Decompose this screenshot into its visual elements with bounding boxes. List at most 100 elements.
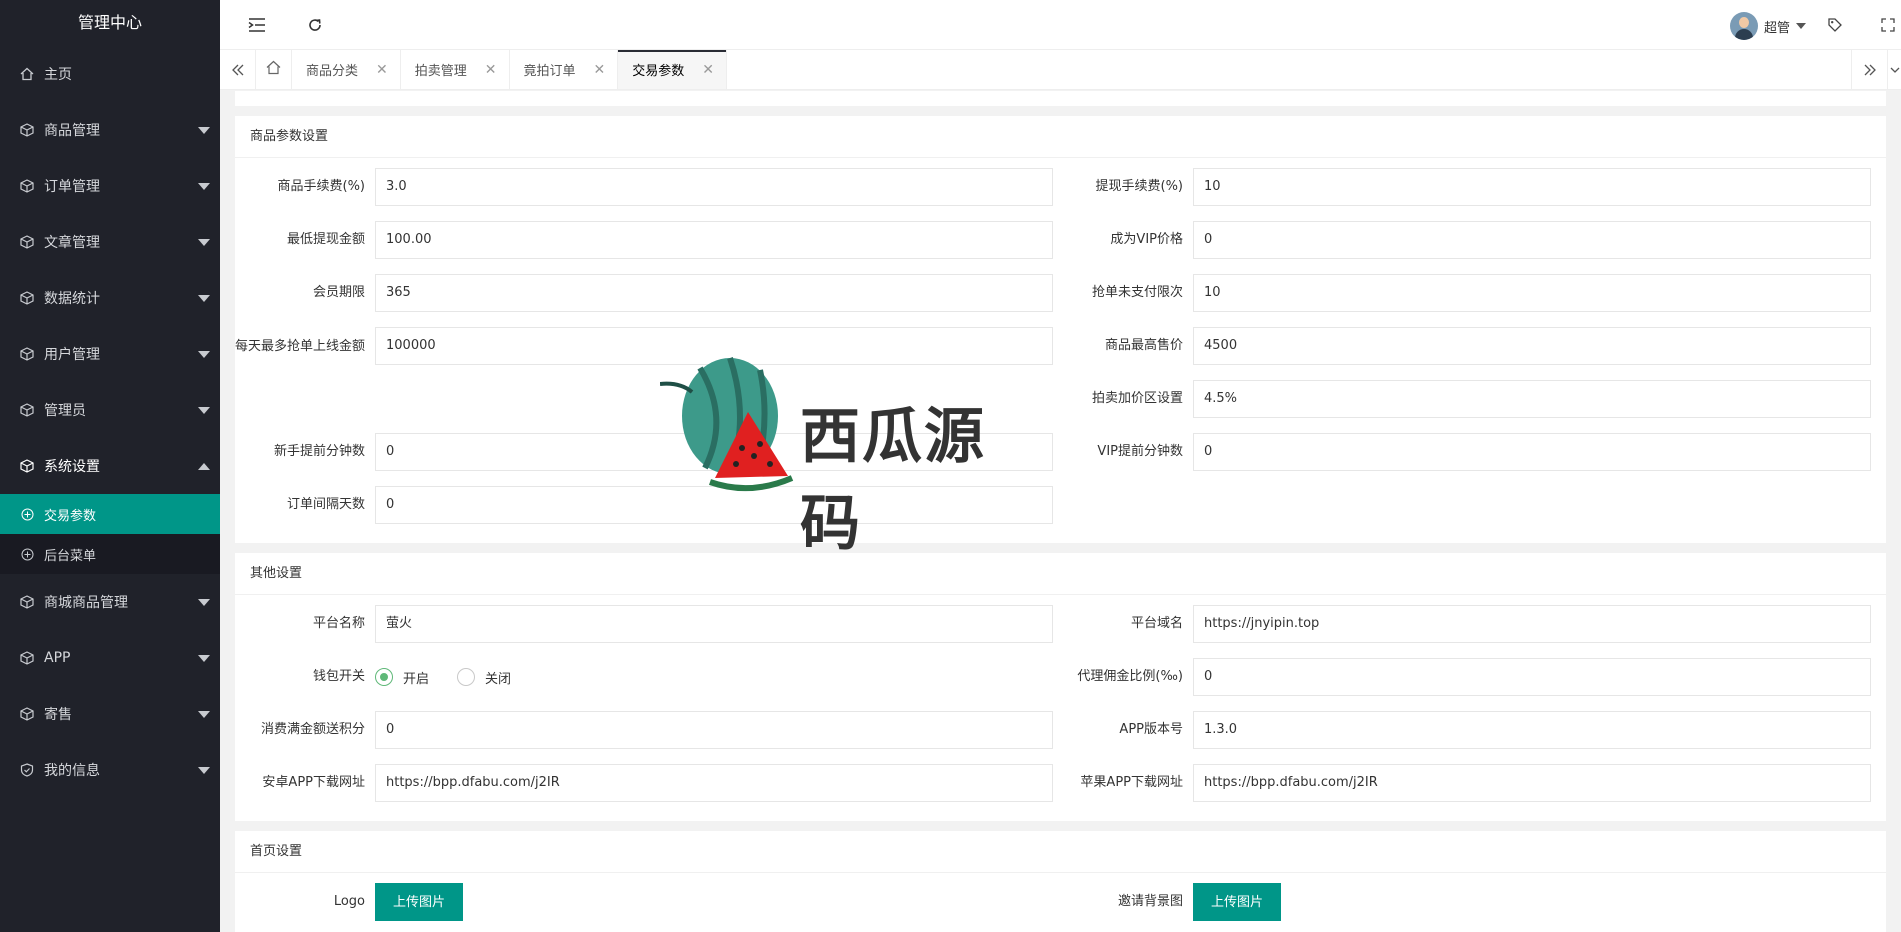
member-term-input[interactable]: 365 — [375, 274, 1053, 312]
wallet-off-radio[interactable]: 关闭 — [457, 668, 511, 687]
tabs-scroll-right-icon[interactable] — [1851, 50, 1887, 90]
logo-upload-button[interactable]: 上传图片 — [375, 883, 464, 921]
sidebar-item-orders[interactable]: 订单管理 — [0, 158, 220, 214]
agent-ratio-input[interactable]: 0 — [1193, 658, 1871, 696]
goods-fee-input[interactable]: 3.0 — [375, 168, 1053, 206]
min-withdraw-input[interactable]: 100.00 — [375, 221, 1053, 259]
form-row: VIP提前分钟数 0 — [1053, 433, 1871, 486]
tab-label: 商品分类 — [306, 64, 359, 79]
tab-trade-params[interactable]: 交易参数 ✕ — [618, 50, 727, 89]
sidebar-item-label: 商城商品管理 — [44, 595, 128, 611]
shield-check-icon — [20, 763, 34, 777]
tab-label: 拍卖管理 — [414, 64, 467, 79]
user-menu[interactable]: 超管 — [1729, 12, 1806, 40]
form-row: APP版本号 1.3.0 — [1053, 711, 1871, 764]
home-settings-card: 首页设置 Logo 上传图片 邀请背景图 上传图片 — [235, 831, 1886, 932]
watermark: 西瓜源码 — [659, 348, 1020, 559]
sidebar-item-system[interactable]: 系统设置 — [0, 438, 220, 494]
field-label: 平台域名 — [1130, 616, 1183, 631]
sidebar-subitem-admin-menu[interactable]: 后台菜单 — [0, 534, 220, 574]
tabs-menu-chevron-icon[interactable] — [1887, 50, 1901, 90]
caret-down-icon — [198, 127, 210, 134]
sidebar-item-consign[interactable]: 寄售 — [0, 686, 220, 742]
field-label: 邀请背景图 — [1117, 894, 1183, 909]
ios-url-input[interactable]: https://bpp.dfabu.com/j2IR — [1193, 764, 1871, 802]
avatar — [1729, 12, 1758, 40]
form-row: 代理佣金比例(‰) 0 — [1053, 658, 1871, 711]
caret-down-icon — [198, 767, 210, 774]
form-row: 拍卖加价区设置 4.5% — [1053, 380, 1871, 433]
top-strip — [235, 91, 1886, 106]
close-icon[interactable]: ✕ — [376, 62, 388, 78]
cube-icon — [20, 459, 34, 473]
platform-name-input[interactable]: 萤火 — [375, 605, 1053, 643]
close-icon[interactable]: ✕ — [702, 62, 714, 78]
close-icon[interactable]: ✕ — [485, 62, 497, 78]
cube-icon — [20, 347, 34, 361]
sidebar-item-label: 系统设置 — [44, 459, 100, 475]
vip-advance-minutes-input[interactable]: 0 — [1193, 433, 1871, 471]
sidebar-item-label: 主页 — [44, 67, 72, 83]
sidebar-item-label: 用户管理 — [44, 347, 100, 363]
sidebar-subitem-label: 后台菜单 — [44, 548, 97, 564]
cube-icon — [20, 707, 34, 721]
caret-up-icon — [198, 463, 210, 470]
cube-icon — [20, 123, 34, 137]
sidebar-item-stats[interactable]: 数据统计 — [0, 270, 220, 326]
withdraw-fee-input[interactable]: 10 — [1193, 168, 1871, 206]
caret-down-icon — [198, 407, 210, 414]
unpaid-limit-input[interactable]: 10 — [1193, 274, 1871, 312]
form-row: 商品最高售价 4500 — [1053, 327, 1871, 380]
form-row: Logo 上传图片 — [235, 883, 1053, 932]
sidebar-item-users[interactable]: 用户管理 — [0, 326, 220, 382]
sidebar-item-goods[interactable]: 商品管理 — [0, 102, 220, 158]
sidebar-item-admins[interactable]: 管理员 — [0, 382, 220, 438]
form-row: 会员期限 365 — [235, 274, 1053, 327]
form-row: 钱包开关 开启 关闭 — [235, 658, 1053, 711]
tab-auction-orders[interactable]: 竟拍订单 ✕ — [510, 50, 619, 89]
menu-collapse-icon[interactable] — [246, 14, 268, 36]
tab-goods-category[interactable]: 商品分类 ✕ — [292, 50, 401, 89]
field-label: 提现手续费(%) — [1095, 179, 1184, 194]
field-label: 新手提前分钟数 — [273, 444, 365, 459]
refresh-icon[interactable] — [304, 14, 326, 36]
caret-down-icon — [198, 183, 210, 190]
tabs-scroll-left-icon[interactable] — [220, 50, 256, 89]
caret-down-icon — [198, 711, 210, 718]
sidebar-subitem-trade-params[interactable]: 交易参数 — [0, 494, 220, 534]
points-input[interactable]: 0 — [375, 711, 1053, 749]
tab-bar-right — [1851, 50, 1901, 90]
sidebar-item-articles[interactable]: 文章管理 — [0, 214, 220, 270]
card-title: 首页设置 — [235, 831, 1886, 873]
field-label: APP版本号 — [1119, 722, 1183, 737]
field-label: 商品最高售价 — [1104, 338, 1183, 353]
fullscreen-icon[interactable] — [1877, 14, 1899, 36]
tab-auction-manage[interactable]: 拍卖管理 ✕ — [401, 50, 510, 89]
sidebar-item-label: 商品管理 — [44, 123, 100, 139]
tab-home[interactable] — [256, 50, 292, 89]
caret-down-icon — [198, 655, 210, 662]
field-label: 消费满金额送积分 — [260, 722, 365, 737]
sidebar-item-label: 管理员 — [44, 403, 86, 419]
max-price-input[interactable]: 4500 — [1193, 327, 1871, 365]
caret-down-icon — [1796, 23, 1806, 29]
android-url-input[interactable]: https://bpp.dfabu.com/j2IR — [375, 764, 1053, 802]
sidebar-item-home[interactable]: 主页 — [0, 46, 220, 102]
app-version-input[interactable]: 1.3.0 — [1193, 711, 1871, 749]
field-label: 钱包开关 — [312, 669, 365, 684]
sidebar-item-label: 寄售 — [44, 707, 72, 723]
auction-markup-input[interactable]: 4.5% — [1193, 380, 1871, 418]
field-label: 最低提现金额 — [286, 232, 365, 247]
sidebar-item-my-info[interactable]: 我的信息 — [0, 742, 220, 798]
sidebar-subitem-label: 交易参数 — [44, 508, 97, 524]
tag-icon[interactable] — [1824, 14, 1846, 36]
sidebar-item-app[interactable]: APP — [0, 630, 220, 686]
close-icon[interactable]: ✕ — [594, 62, 606, 78]
platform-domain-input[interactable]: https://jnyipin.top — [1193, 605, 1871, 643]
vip-price-input[interactable]: 0 — [1193, 221, 1871, 259]
sidebar-item-mall-goods[interactable]: 商城商品管理 — [0, 574, 220, 630]
radio-checked-icon — [375, 668, 393, 686]
form-row: 消费满金额送积分 0 — [235, 711, 1053, 764]
wallet-on-radio[interactable]: 开启 — [375, 668, 429, 687]
invite-bg-upload-button[interactable]: 上传图片 — [1193, 883, 1282, 921]
